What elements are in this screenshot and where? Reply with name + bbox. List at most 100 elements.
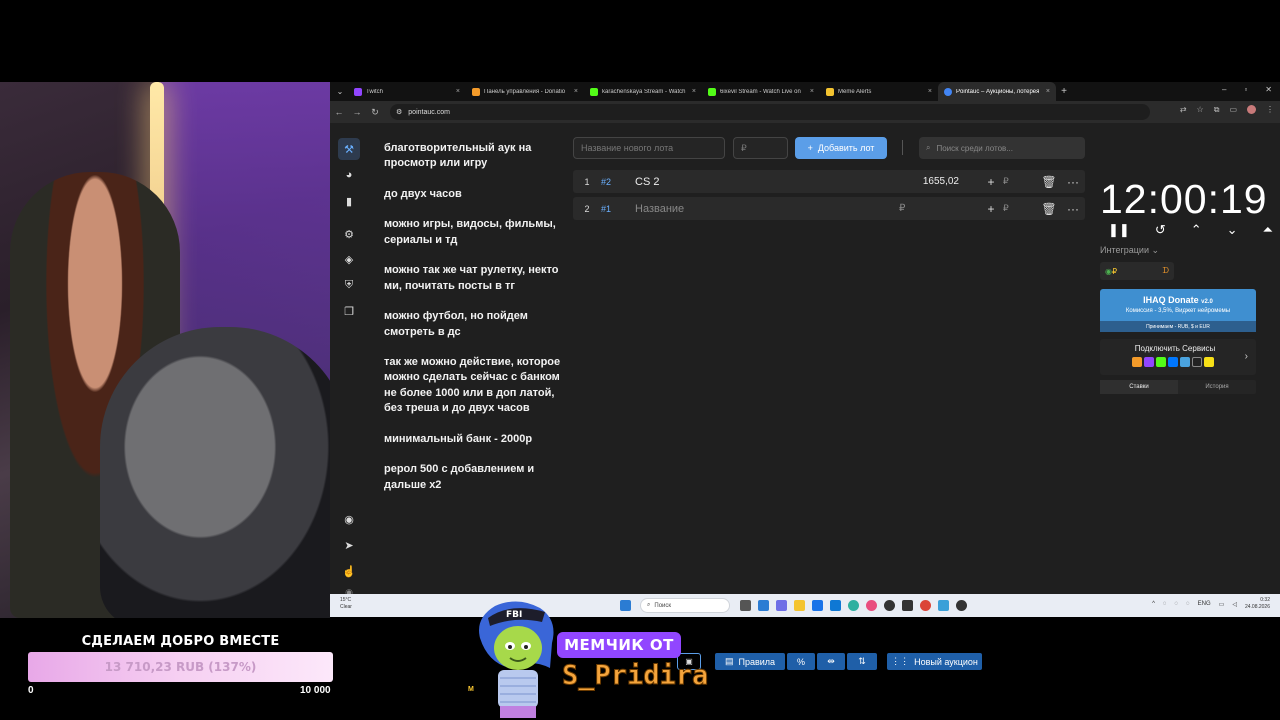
app-icon[interactable]: [956, 600, 967, 611]
split-icon[interactable]: ⇹: [817, 653, 845, 670]
forward-icon[interactable]: →: [348, 107, 366, 117]
new-lot-name-input[interactable]: Название нового лота: [573, 137, 725, 159]
tab-6ixevil[interactable]: 6ixevil Stream - Watch Live on ×: [702, 82, 820, 101]
lot-amount[interactable]: ₽: [899, 203, 951, 214]
tray-app-icon[interactable]: ◌: [1163, 601, 1167, 607]
tray-app-icon[interactable]: ◌: [1175, 601, 1179, 607]
meme-alerts-icon: [826, 87, 834, 96]
chevron-up-icon[interactable]: ^: [1152, 601, 1155, 607]
chrome-icon[interactable]: [920, 600, 931, 611]
close-window-icon[interactable]: ✕: [1265, 85, 1272, 94]
donate-title-text: IHAQ Donate: [1143, 295, 1199, 305]
close-icon[interactable]: ×: [574, 88, 578, 95]
close-icon[interactable]: ×: [456, 88, 460, 95]
tray-app-icon[interactable]: ◌: [1186, 601, 1190, 607]
double-chevron-up-icon[interactable]: ⏶: [1263, 222, 1273, 238]
lot-name[interactable]: Название: [635, 203, 899, 215]
new-lot-price-input[interactable]: ₽: [733, 137, 788, 159]
teams-icon[interactable]: [776, 600, 787, 611]
language-indicator[interactable]: ENG: [1198, 601, 1211, 607]
taskbar-search[interactable]: ⌕ Поиск: [640, 598, 730, 613]
tab-donation[interactable]: Панель управления - Donatio ×: [466, 82, 584, 101]
reload-icon[interactable]: ↻: [366, 107, 384, 118]
menu-icon[interactable]: ⋮: [1266, 105, 1274, 115]
app-icon[interactable]: [866, 600, 877, 611]
profile-avatar[interactable]: [1247, 105, 1256, 114]
tab-bids[interactable]: Ставки: [1100, 380, 1178, 394]
close-icon[interactable]: ×: [692, 88, 696, 95]
url-field[interactable]: ⚙ pointauc.com: [390, 104, 1150, 120]
trash-icon[interactable]: 🗑: [1037, 202, 1061, 216]
app-icon[interactable]: [938, 600, 949, 611]
outlook-icon[interactable]: [830, 600, 841, 611]
new-tab-button[interactable]: +: [1056, 86, 1072, 97]
chevron-down-icon[interactable]: ⌄: [1227, 222, 1238, 238]
minimize-icon[interactable]: –: [1222, 85, 1226, 94]
sort-icon[interactable]: ⇅: [847, 653, 877, 670]
back-icon[interactable]: ←: [330, 107, 348, 117]
tab-history[interactable]: История: [1178, 380, 1256, 394]
bookmark-star-icon[interactable]: ☆: [1197, 105, 1204, 115]
rules-button[interactable]: ▤ Правила: [715, 653, 785, 670]
add-amount-plus-icon[interactable]: +: [979, 175, 1003, 189]
obs-icon[interactable]: [884, 600, 895, 611]
tab-twitch[interactable]: Twitch ×: [348, 82, 466, 101]
file-explorer-icon[interactable]: [794, 600, 805, 611]
settings-gear-icon[interactable]: ⚙: [338, 223, 360, 245]
store-icon[interactable]: [812, 600, 823, 611]
donate-hand-icon[interactable]: ☝: [338, 560, 360, 582]
donate-version: v2.0: [1201, 299, 1213, 305]
weather-widget[interactable]: 15°C Clear: [340, 597, 352, 611]
tab-karachenskaya[interactable]: karachenskaya Stream - Watch ×: [584, 82, 702, 101]
widgets-icon[interactable]: [758, 600, 769, 611]
lot-row[interactable]: 1 #2 CS 2 1655,02 + ₽ 🗑 ···: [573, 170, 1085, 193]
tab-search-button[interactable]: ⌄: [332, 84, 348, 100]
translate-icon[interactable]: ⇄: [1180, 105, 1187, 115]
pause-icon[interactable]: ❚❚: [1108, 222, 1130, 238]
kick-icon: [1156, 357, 1166, 367]
layers-icon[interactable]: ◈: [338, 248, 360, 270]
trash-icon[interactable]: 🗑: [1037, 175, 1061, 189]
service-icons: [1132, 357, 1214, 367]
new-auction-button[interactable]: ⋮⋮ Новый аукцион: [887, 653, 982, 670]
telegram-icon[interactable]: ➤: [338, 534, 360, 556]
wheel-icon[interactable]: ◕: [338, 164, 360, 186]
tab-pointauc[interactable]: Pointauc – Аукционы, лотерея ×: [938, 82, 1056, 101]
ihaq-donate-banner[interactable]: IHAQ Donate v2.0 Комиссия - 3,5%, Виджет…: [1100, 289, 1256, 332]
close-icon[interactable]: ×: [1046, 88, 1050, 95]
network-icon[interactable]: ▭: [1219, 601, 1225, 608]
lot-row[interactable]: 2 #1 Название ₽ + ₽ 🗑 ···: [573, 197, 1085, 220]
grid-icon: ⋮⋮: [891, 656, 910, 666]
site-info-icon[interactable]: ⚙: [396, 108, 402, 116]
more-icon[interactable]: ···: [1061, 175, 1085, 189]
shield-icon[interactable]: ⛨: [338, 274, 360, 296]
integrations-toggle[interactable]: Интеграции ⌄: [1100, 245, 1159, 256]
chevron-up-icon[interactable]: ⌃: [1191, 222, 1202, 238]
history-icon[interactable]: ❐: [338, 300, 360, 322]
cast-icon[interactable]: ▭: [1229, 105, 1237, 115]
stats-icon[interactable]: ▮: [338, 190, 360, 212]
maximize-icon[interactable]: ▫: [1244, 85, 1247, 94]
extensions-icon[interactable]: ⧉: [1214, 105, 1220, 115]
clock[interactable]: 0:32 24.08.2026: [1245, 597, 1270, 611]
tab-meme-alerts[interactable]: Meme Alerts ×: [820, 82, 938, 101]
add-amount-plus-icon[interactable]: +: [979, 202, 1003, 216]
more-icon[interactable]: ···: [1061, 202, 1085, 216]
add-lot-button[interactable]: + Добавить лот: [795, 137, 887, 159]
connect-services-card[interactable]: Подключить Сервисы ›: [1100, 339, 1256, 375]
lot-search-input[interactable]: ⌕ Поиск среди лотов...: [919, 137, 1085, 159]
auction-hammer-icon[interactable]: ⚒: [338, 138, 360, 160]
close-icon[interactable]: ×: [810, 88, 814, 95]
app-icon[interactable]: [902, 600, 913, 611]
github-icon[interactable]: ◉: [338, 508, 360, 530]
lot-name[interactable]: CS 2: [635, 176, 899, 188]
windows-start-icon[interactable]: [620, 600, 631, 611]
lot-amount[interactable]: 1655,02: [899, 176, 959, 187]
volume-icon[interactable]: ◁: [1232, 601, 1237, 608]
reset-icon[interactable]: ↺: [1155, 222, 1166, 238]
edge-icon[interactable]: [848, 600, 859, 611]
task-view-icon[interactable]: [740, 600, 751, 611]
percent-button[interactable]: %: [787, 653, 815, 670]
lot-number: 1: [584, 176, 590, 187]
close-icon[interactable]: ×: [928, 88, 932, 95]
